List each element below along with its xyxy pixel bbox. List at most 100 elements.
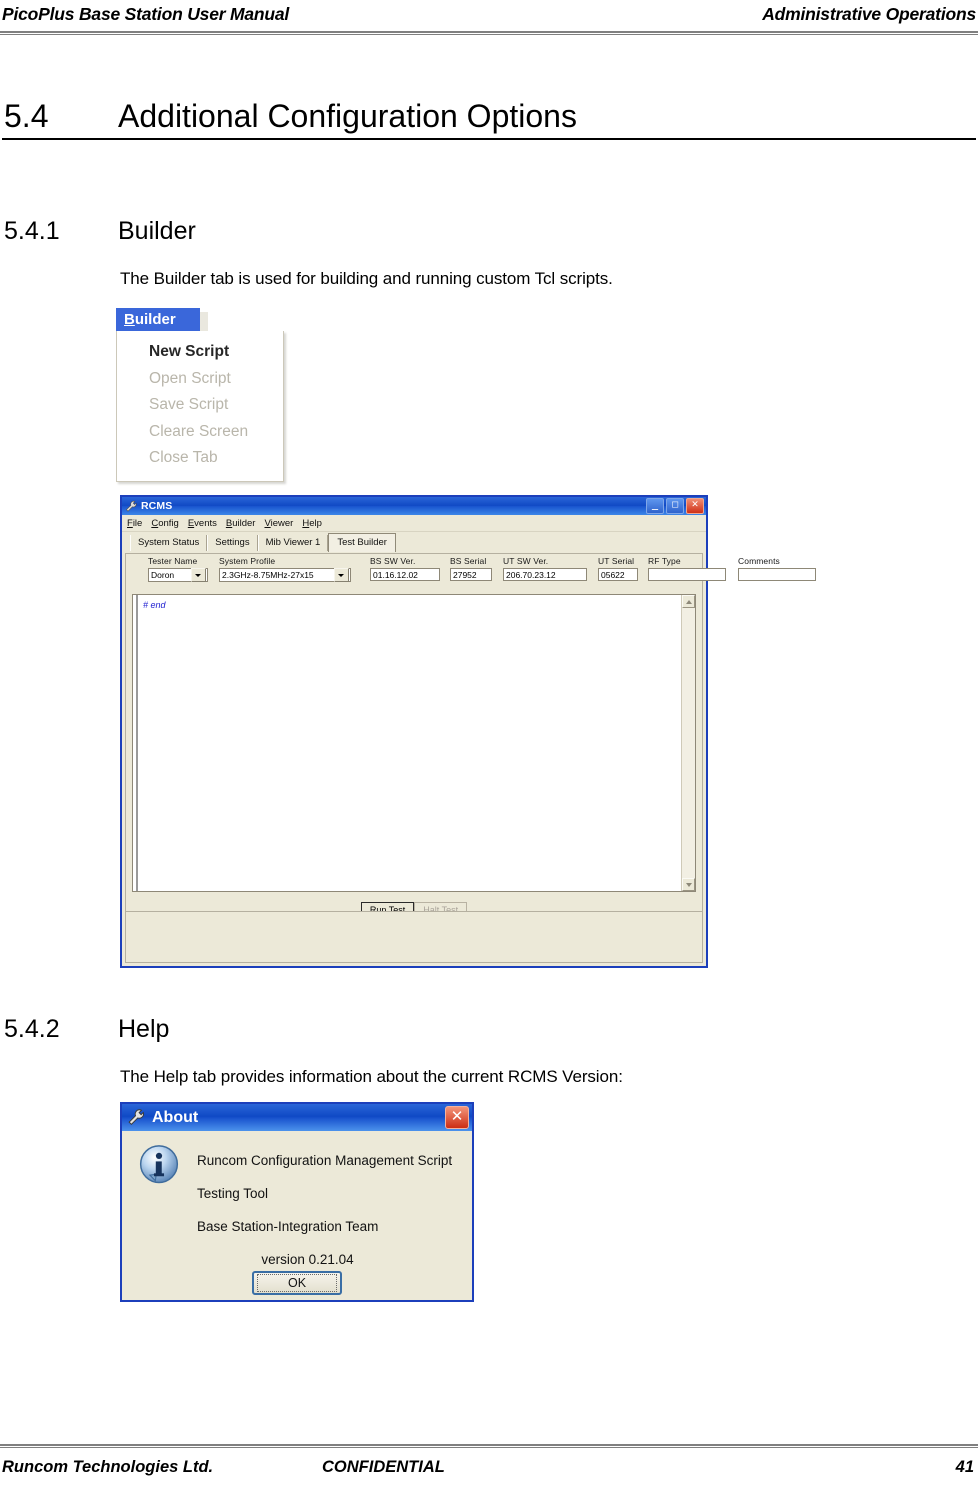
subsection-title: Builder <box>118 217 196 245</box>
header-left-text: PicoPlus Base Station User Manual <box>2 4 290 24</box>
field-rf-type: RF Type <box>648 556 726 581</box>
menu-viewer[interactable]: Viewer <box>264 518 293 529</box>
chevron-down-icon[interactable] <box>334 568 349 582</box>
menu-events[interactable]: Events <box>188 518 217 529</box>
about-button-row: OK <box>122 1271 472 1295</box>
about-title-text: About <box>152 1108 199 1126</box>
builder-tab-rest: uilder <box>134 311 176 328</box>
ok-button-label: OK <box>257 1274 337 1292</box>
section-heading: 5.4 Additional Configuration Options <box>0 98 978 140</box>
builder-menu-panel: New Script Open Script Save Script Clear… <box>116 331 284 482</box>
tab-mib-viewer-1[interactable]: Mib Viewer 1 <box>257 535 329 551</box>
subsection-heading-help: 5.4.2 Help <box>0 1015 978 1043</box>
tab-system-status[interactable]: System Status <box>130 535 208 551</box>
field-ut-sw-ver: UT SW Ver. 206.70.23.12 <box>503 556 587 581</box>
menu-file[interactable]: File <box>127 518 142 529</box>
document-footer: Runcom Technologies Ltd. CONFIDENTIAL 41 <box>0 1444 978 1490</box>
label-tester-name: Tester Name <box>148 556 198 566</box>
header-right-text: Administrative Operations <box>762 4 976 24</box>
rcms-title-text: RCMS <box>141 500 173 512</box>
tester-name-combo[interactable]: Doron <box>148 568 208 582</box>
about-line-2: Testing Tool <box>197 1186 269 1201</box>
figure-rcms-window: RCMS _ ◻ ✕ File Config Events Builder Vi… <box>120 495 816 968</box>
subsection-body-builder: The Builder tab is used for building and… <box>120 269 613 288</box>
menu-item-close-tab: Close Tab <box>149 449 218 466</box>
footer-rule <box>0 1444 978 1448</box>
footer-company: Runcom Technologies Ltd. <box>2 1458 214 1476</box>
menu-item-cleare-screen: Cleare Screen <box>149 422 249 440</box>
menu-help[interactable]: Help <box>302 518 322 529</box>
rcms-form-row: Tester Name Doron System Profile 2.3GHz-… <box>126 554 816 590</box>
wrench-icon <box>126 500 137 512</box>
menu-item-new-script[interactable]: New Script <box>117 339 283 366</box>
document-page: PicoPlus Base Station User Manual Admini… <box>0 0 978 1496</box>
about-line-1: Runcom Configuration Management Script <box>197 1153 453 1168</box>
subsection-title: Help <box>118 1015 170 1043</box>
tab-settings[interactable]: Settings <box>207 535 258 551</box>
figure-builder-menu: Builder New Script Open Script Save Scri… <box>116 308 288 482</box>
chevron-down-icon[interactable] <box>191 568 206 582</box>
script-editor: # end <box>132 594 696 892</box>
section-title: Additional Configuration Options <box>118 98 577 134</box>
menu-builder[interactable]: Builder <box>226 518 256 529</box>
ok-button[interactable]: OK <box>252 1271 342 1295</box>
label-system-profile: System Profile <box>219 556 276 566</box>
field-ut-serial: UT Serial 05622 <box>598 556 638 581</box>
menu-config[interactable]: Config <box>151 518 178 529</box>
label-rf-type: RF Type <box>648 556 681 566</box>
field-tester-name: Tester Name Doron <box>148 556 208 582</box>
section-number: 5.4 <box>4 98 49 134</box>
header-rule <box>0 31 978 35</box>
system-profile-value: 2.3GHz-8.75MHz-27x15 <box>222 570 314 580</box>
document-header: PicoPlus Base Station User Manual Admini… <box>0 4 978 38</box>
info-icon <box>140 1145 178 1184</box>
ut-sw-ver-input[interactable]: 206.70.23.12 <box>503 568 587 581</box>
builder-menu-tab[interactable]: Builder <box>116 308 200 331</box>
scroll-down-icon[interactable] <box>682 878 695 891</box>
tester-name-value: Doron <box>151 570 175 580</box>
about-body: Runcom Configuration Management Script T… <box>122 1131 472 1301</box>
label-ut-sw-ver: UT SW Ver. <box>503 556 549 566</box>
subsection-number: 5.4.2 <box>4 1015 60 1043</box>
about-text-block: Runcom Configuration Management Script T… <box>197 1144 466 1276</box>
subsection-body-help: The Help tab provides information about … <box>120 1067 623 1086</box>
rcms-tabstrip: System Status Settings Mib Viewer 1 Test… <box>122 532 706 552</box>
label-comments: Comments <box>738 556 780 566</box>
footer-page-number: 41 <box>955 1458 974 1476</box>
field-bs-serial: BS Serial 27952 <box>450 556 492 581</box>
footer-classification: CONFIDENTIAL <box>322 1458 445 1476</box>
subsection-number: 5.4.1 <box>4 217 60 245</box>
field-bs-sw-ver: BS SW Ver. 01.16.12.02 <box>370 556 440 581</box>
menu-item-open-script: Open Script <box>149 369 231 387</box>
ut-serial-input[interactable]: 05622 <box>598 568 638 581</box>
script-editor-textarea[interactable]: # end <box>136 595 681 891</box>
close-icon[interactable]: ✕ <box>445 1106 469 1129</box>
bs-serial-input[interactable]: 27952 <box>450 568 492 581</box>
rcms-menubar: File Config Events Builder Viewer Help <box>122 515 706 532</box>
label-ut-serial: UT Serial <box>598 556 635 566</box>
bs-sw-ver-input[interactable]: 01.16.12.02 <box>370 568 440 581</box>
comments-input[interactable] <box>738 568 816 581</box>
script-editor-scrollbar[interactable] <box>681 595 695 891</box>
rcms-status-panel <box>125 911 703 963</box>
label-bs-sw-ver: BS SW Ver. <box>370 556 416 566</box>
minimize-icon[interactable]: _ <box>646 497 664 514</box>
subsection-heading-builder: 5.4.1 Builder <box>0 217 978 245</box>
system-profile-combo[interactable]: 2.3GHz-8.75MHz-27x15 <box>219 568 351 582</box>
tab-test-builder[interactable]: Test Builder <box>328 533 396 552</box>
close-icon[interactable]: ✕ <box>686 498 704 514</box>
rcms-window-buttons: _ ◻ ✕ <box>646 497 704 514</box>
section-rule <box>2 137 976 140</box>
menu-item-save-script: Save Script <box>149 396 229 413</box>
figure-about-dialog: About ✕ Runcom Configuration Management … <box>120 1102 474 1302</box>
about-line-3: Base Station-Integration Team <box>197 1219 379 1234</box>
label-bs-serial: BS Serial <box>450 556 487 566</box>
rcms-titlebar: RCMS _ ◻ ✕ <box>122 497 706 515</box>
builder-tab-shadow <box>200 312 208 331</box>
maximize-icon[interactable]: ◻ <box>666 498 684 514</box>
scroll-up-icon[interactable] <box>682 595 695 608</box>
wrench-icon <box>128 1109 144 1126</box>
about-titlebar: About ✕ <box>122 1104 472 1131</box>
rf-type-input[interactable] <box>648 568 726 581</box>
field-system-profile: System Profile 2.3GHz-8.75MHz-27x15 <box>219 556 351 582</box>
